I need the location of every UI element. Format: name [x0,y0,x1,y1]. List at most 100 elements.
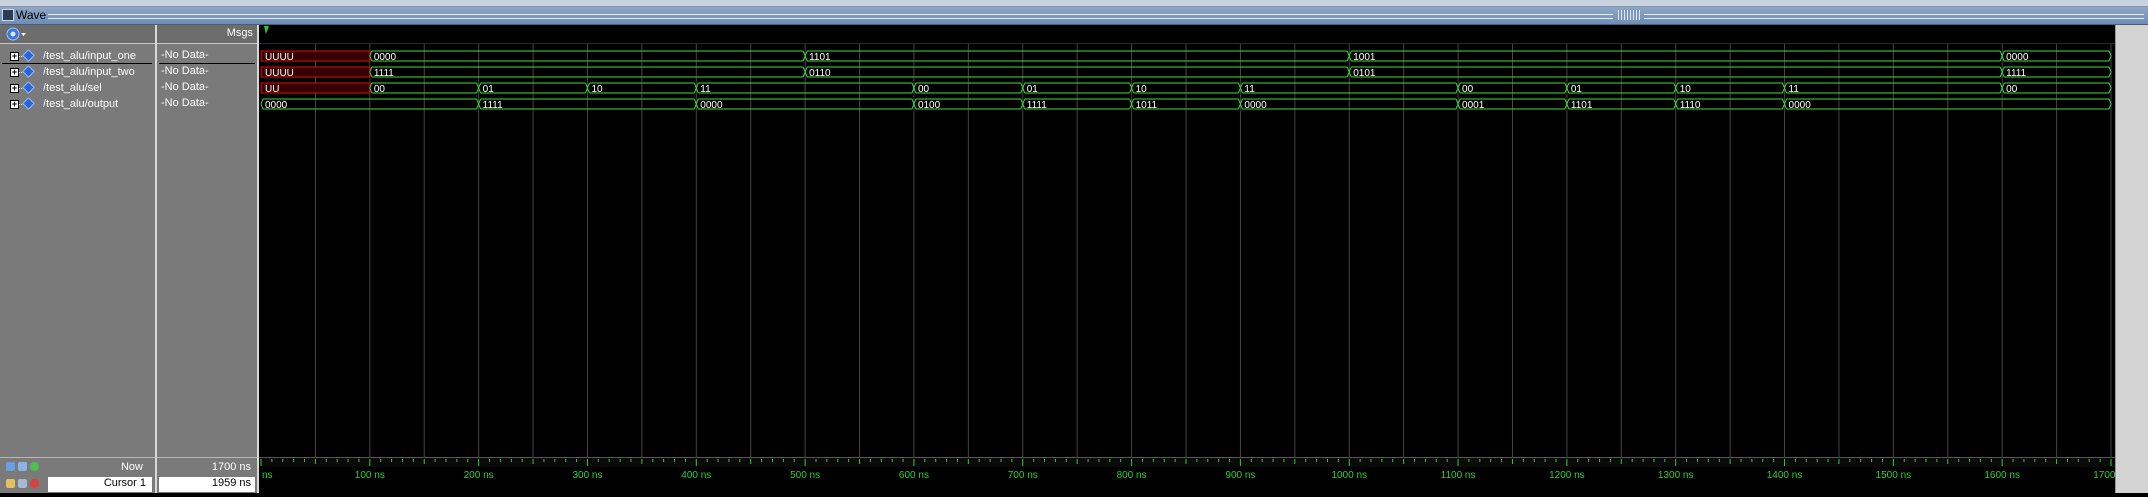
wave-value-label: 11 [1789,84,1800,95]
cursor-options-icon[interactable] [18,462,27,471]
add-cursor-icon[interactable] [6,462,15,471]
wave-value-label: 0000 [374,52,397,63]
waveform-canvas[interactable]: UUUU 0000 1101 1001 0000UUUU 1111 0110 0101 1111… [259,25,2115,457]
cursor-label[interactable]: Cursor 1 [48,477,152,492]
signal-name: /test_alu/sel [43,82,102,94]
wave-value-label: 01 [483,84,495,95]
timeline-tick-label: 900 ns [1225,470,1255,481]
wave-value-label: UUUU [265,52,294,63]
timeline-tick-label: 1600 ns [1984,470,2020,481]
timeline-tick-label: ns [262,470,273,481]
signal-diamond-icon [22,65,35,78]
wave-value-label: 0000 [1244,100,1267,111]
timeline-tick-label: 700 ns [1008,470,1038,481]
wave-value-label: 10 [591,84,603,95]
expand-icon[interactable]: + [10,100,19,109]
wave-segment: UU [260,82,371,95]
timeline-tick-label: 1300 ns [1658,470,1694,481]
row-separator [159,63,255,64]
wave-value-label: 0000 [700,100,723,111]
timeline-tick-label: 1700 ns [2093,470,2115,481]
timeline-pane: ns 100 ns 200 ns 300 ns 400 ns 500 ns 600 ns 70… [259,457,2129,494]
cursor-value-pane: 1700 ns 1959 ns [157,457,259,493]
wave-display[interactable]: UUUU 0000 1101 1001 0000 UUUU 1111 0110 0101 1111… [259,25,2115,457]
cursor-value[interactable]: 1959 ns [159,477,255,492]
wave-options-icon[interactable] [5,26,27,42]
timeline-tick-label: 1100 ns [1441,470,1476,481]
value-row[interactable]: -No Data- [157,49,257,64]
signal-value: -No Data- [161,65,209,77]
value-pane-header: Msgs [157,25,257,44]
timeline-tick-label: 800 ns [1117,470,1147,481]
edit-cursor-icon[interactable] [18,479,27,488]
now-value: 1700 ns [211,461,251,473]
signal-row-input-two[interactable]: + /test_alu/input_two [0,65,157,80]
wave-value-label: 00 [2006,84,2018,95]
wave-value-label: 00 [1462,84,1474,95]
zoom-icon[interactable] [30,462,39,471]
window-menu-icon[interactable] [2,9,14,21]
wave-value-label: 0100 [918,100,941,111]
bus-edge [260,98,264,110]
wave-value-label: 1101 [1571,100,1593,111]
wave-value-label: 11 [700,84,711,95]
value-row[interactable]: -No Data- [157,65,257,80]
vertical-scrollbar[interactable] [2115,25,2148,493]
signal-diamond-icon [22,81,35,94]
signal-row-input-one[interactable]: + /test_alu/input_one [0,49,157,64]
wave-value-label: 0000 [1789,100,1812,111]
now-label: Now [120,461,143,473]
wave-value-label: 10 [1680,84,1692,95]
signal-name-pane: + /test_alu/input_one + /test_alu/input_… [0,25,157,457]
signal-row-sel[interactable]: + /test_alu/sel [0,81,157,96]
titlebar-rule [1644,14,2144,19]
wave-segment: UUUU [260,50,371,63]
window-title: Wave [16,8,47,22]
signal-diamond-icon [22,49,35,62]
titlebar-drag-grip[interactable] [1618,10,1640,20]
wave-value-label: 1011 [1136,100,1158,111]
titlebar-rule [48,14,1613,19]
timeline-tick-label: 200 ns [464,470,494,481]
value-row[interactable]: -No Data- [157,97,257,112]
expand-icon[interactable]: + [10,84,19,93]
msgs-header: Msgs [226,27,253,39]
signal-value-pane: Msgs -No Data- -No Data- -No Data- -No D… [157,25,259,457]
wave-value-label: 11 [1244,84,1255,95]
signal-value: -No Data- [161,97,209,109]
wave-value-label: 00 [374,84,386,95]
cursor-name-pane: Now Cursor 1 [0,457,157,493]
row-separator [2,63,152,64]
signal-diamond-icon [22,97,35,110]
timeline-tick-label: 1000 ns [1331,470,1367,481]
timeline-tick-label: 500 ns [790,470,820,481]
wave-value-label: 0000 [2006,52,2029,63]
wave-value-label: UU [265,84,279,95]
wave-window-titlebar[interactable]: Wave [0,7,2148,25]
wave-value-label: 1110 [1680,100,1701,111]
signal-row-output[interactable]: + /test_alu/output [0,97,157,112]
wave-value-label: 1111 [1027,100,1047,111]
timeline-tick-label: 100 ns [355,470,385,481]
signal-value: -No Data- [161,81,209,93]
name-pane-header [0,25,155,44]
wave-value-label: 1111 [374,68,394,79]
expand-icon[interactable]: + [10,52,19,61]
signal-name: /test_alu/input_two [43,66,135,78]
lock-icon[interactable] [6,479,15,488]
wave-value-label: 0000 [265,100,288,111]
wave-segment: UUUU [260,66,371,79]
value-row[interactable]: -No Data- [157,81,257,96]
timeline-ruler[interactable]: ns 100 ns 200 ns 300 ns 400 ns 500 ns 600 ns 70… [259,458,2129,494]
timeline-tick-label: 600 ns [899,470,929,481]
wave-value-label: 1001 [1353,52,1376,63]
expand-icon[interactable]: + [10,68,19,77]
delete-cursor-icon[interactable] [30,479,39,488]
wave-value-label: 0001 [1462,100,1485,111]
window-top-strip [0,0,2148,7]
wave-value-label: 01 [1027,84,1039,95]
signal-value: -No Data- [161,49,209,61]
timeline-tick-label: 1400 ns [1767,470,1803,481]
wave-value-label: UUUU [265,68,294,79]
timeline-tick-label: 400 ns [681,470,711,481]
